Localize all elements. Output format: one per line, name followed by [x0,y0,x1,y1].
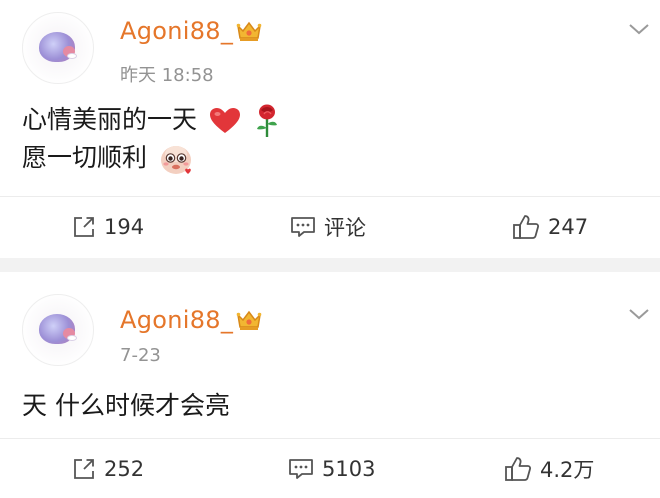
content-line: 愿一切顺利 [22,139,281,177]
thumbs-up-icon [505,457,532,481]
comment-icon [291,217,315,237]
chevron-down-icon[interactable] [628,22,650,36]
content-line: 心情美丽的一天 [22,101,281,139]
comment-icon [289,459,313,479]
comment-button[interactable]: 评论 [290,197,366,257]
repost-button[interactable]: 194 [72,197,144,257]
comment-button[interactable]: 5103 [288,439,375,498]
heart-emoji [209,108,240,133]
crown-icon [236,21,262,41]
like-count: 4.2万 [540,458,595,482]
repost-count: 194 [104,215,145,239]
comment-label: 评论 [324,216,366,240]
weibo-post: Agoni88_ 7-23 天 什么时候才会亮 252 5103 4.2万 [0,272,660,498]
comment-count: 5103 [322,457,376,481]
username[interactable]: Agoni88_ [120,306,233,334]
like-button[interactable]: 247 [512,197,588,257]
cute-sticker-emoji [160,146,191,174]
chevron-down-icon[interactable] [628,307,650,321]
action-bar: 252 5103 4.2万 [0,438,660,498]
repost-button[interactable]: 252 [72,439,144,498]
avatar[interactable] [22,12,94,84]
post-timestamp: 7-23 [120,345,161,366]
action-bar: 194 评论 247 [0,196,660,256]
like-count: 247 [548,215,589,239]
thumbs-up-icon [513,215,540,239]
repost-count: 252 [104,457,145,481]
weibo-post: Agoni88_ 昨天 18:58 心情美丽的一天 愿一切顺利 194 评论 2… [0,0,660,258]
username[interactable]: Agoni88_ [120,17,233,45]
post-timestamp: 昨天 18:58 [120,65,214,86]
post-separator [0,258,660,272]
like-button[interactable]: 4.2万 [504,439,594,498]
rose-emoji [256,104,277,137]
share-icon [74,459,94,479]
avatar[interactable] [22,294,94,366]
content-line: 天 什么时候才会亮 [22,391,230,420]
crown-icon [236,310,262,330]
post-content: 心情美丽的一天 愿一切顺利 [22,101,281,177]
share-icon [74,217,94,237]
post-content: 天 什么时候才会亮 [22,387,230,425]
